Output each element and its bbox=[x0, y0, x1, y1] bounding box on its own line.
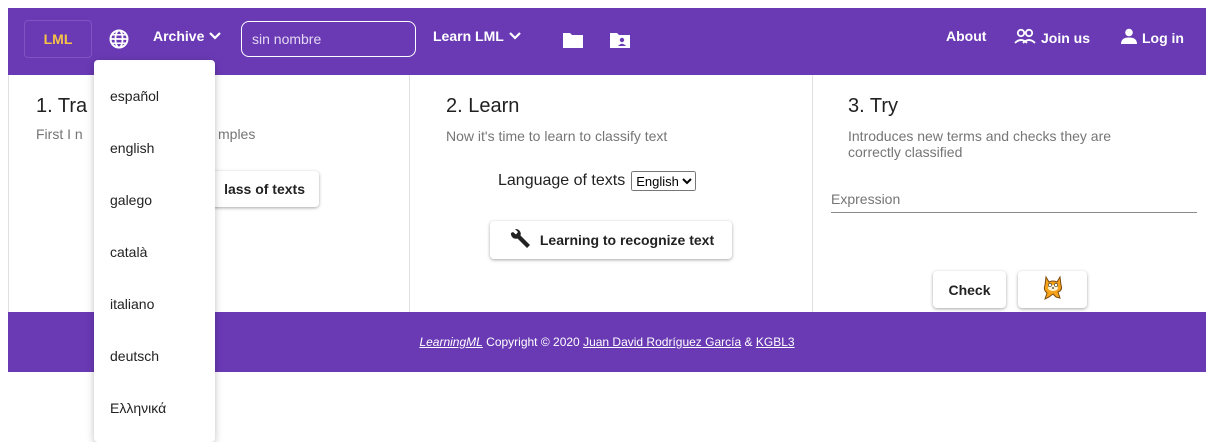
learningml-link[interactable]: LearningML bbox=[419, 335, 482, 349]
archive-menu-button[interactable]: Archive bbox=[153, 28, 222, 44]
person-icon bbox=[1120, 28, 1138, 47]
language-option-galego[interactable]: galego bbox=[110, 192, 152, 208]
step-try-subtitle-line1: Introduces new terms and checks they are bbox=[848, 128, 1112, 144]
learn-lml-label: Learn LML bbox=[433, 28, 504, 44]
language-option-greek[interactable]: Ελληνικά bbox=[110, 400, 166, 416]
learn-to-recognize-label: Learning to recognize text bbox=[539, 232, 715, 248]
step-try-card: 3. Try Introduces new terms and checks t… bbox=[813, 75, 1206, 312]
language-option-espanol[interactable]: español bbox=[110, 88, 159, 104]
expression-input[interactable]: Expression bbox=[831, 191, 1197, 213]
chevron-down-icon bbox=[208, 28, 222, 44]
copyright-text: Copyright © 2020 bbox=[486, 335, 580, 349]
step-try-title: 3. Try bbox=[848, 95, 899, 117]
step-learn-title: 2. Learn bbox=[446, 95, 520, 117]
step-train-subtitle-end: mples bbox=[218, 126, 256, 142]
brand-logo[interactable]: LML bbox=[24, 20, 92, 58]
check-button[interactable]: Check bbox=[933, 271, 1006, 308]
scratch-button[interactable] bbox=[1018, 271, 1087, 308]
step-try-subtitle-line2: correctly classified bbox=[848, 144, 963, 160]
author-link[interactable]: Juan David Rodríguez García bbox=[583, 335, 741, 349]
people-icon bbox=[1013, 28, 1037, 47]
chevron-down-icon bbox=[508, 28, 522, 44]
scratch-cat-icon bbox=[1038, 273, 1068, 306]
language-select[interactable]: English bbox=[631, 171, 697, 191]
step-learn-card: 2. Learn Now it's time to learn to class… bbox=[410, 75, 813, 312]
language-option-deutsch[interactable]: deutsch bbox=[110, 348, 159, 364]
about-link[interactable]: About bbox=[946, 28, 986, 44]
language-of-texts-label: Language of texts bbox=[498, 172, 626, 189]
folder-account-icon[interactable] bbox=[609, 30, 631, 50]
language-option-english[interactable]: english bbox=[110, 140, 154, 156]
folder-icon[interactable] bbox=[562, 30, 584, 50]
language-option-italiano[interactable]: italiano bbox=[110, 296, 154, 312]
ampersand: & bbox=[744, 335, 753, 349]
project-name-input[interactable] bbox=[241, 21, 416, 57]
step-learn-subtitle: Now it's time to learn to classify text bbox=[446, 128, 668, 144]
archive-label: Archive bbox=[153, 28, 205, 44]
globe-icon[interactable] bbox=[108, 28, 130, 50]
language-of-texts-row: Language of texts English bbox=[498, 171, 697, 191]
language-option-catala[interactable]: català bbox=[110, 244, 147, 260]
log-in-label: Log in bbox=[1142, 29, 1184, 46]
add-class-label: lass of texts bbox=[224, 181, 305, 197]
learn-lml-menu-button[interactable]: Learn LML bbox=[433, 28, 522, 44]
join-us-label: Join us bbox=[1041, 29, 1091, 46]
learn-to-recognize-button[interactable]: Learning to recognize text bbox=[490, 221, 732, 259]
step-train-title: 1. Tra bbox=[36, 95, 88, 117]
wrench-icon bbox=[508, 228, 532, 253]
language-menu: español english galego català italiano d… bbox=[94, 60, 215, 442]
step-train-subtitle-start: First I n bbox=[36, 126, 83, 142]
join-us-button[interactable]: Join us bbox=[1013, 28, 1090, 47]
log-in-button[interactable]: Log in bbox=[1120, 28, 1184, 47]
kgbl3-link[interactable]: KGBL3 bbox=[756, 335, 795, 349]
